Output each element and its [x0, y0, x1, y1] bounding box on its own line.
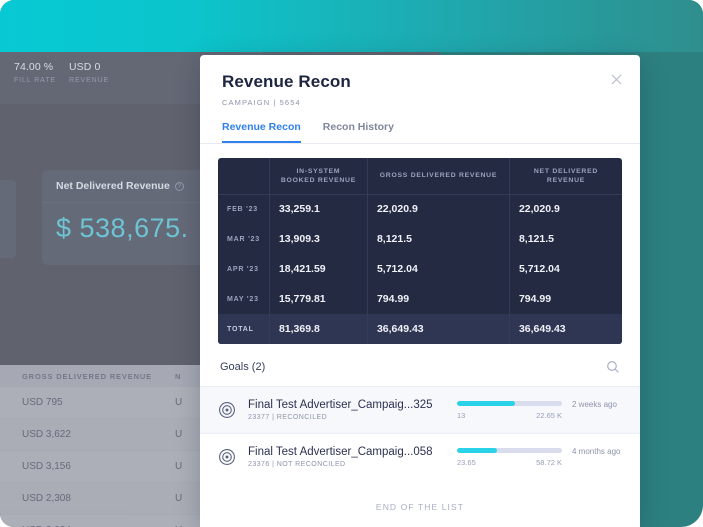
background-cell-next: U — [175, 397, 183, 408]
breadcrumb: CAMPAIGN | 5654 — [222, 98, 301, 107]
recon-cell-month: MAR '23 — [218, 224, 270, 254]
background-col-gross: GROSS DELIVERED REVENUE — [22, 371, 152, 381]
recon-cell-net: 794.99 — [518, 293, 552, 305]
search-icon[interactable] — [606, 360, 620, 374]
progress-total: 22.65 K — [536, 410, 562, 420]
progress-bar-track — [457, 400, 562, 406]
background-cell-gross: USD 3,622 — [22, 429, 71, 440]
recon-col-net-delivered-revenue: NET DELIVERED REVENUE — [509, 158, 622, 195]
top-gradient-band — [0, 0, 703, 52]
kpi-fill-rate-value: 74.00 % — [14, 61, 54, 73]
modal-header: Revenue Recon CAMPAIGN | 5654 — [200, 55, 640, 107]
kpi-revenue-label: REVENUE — [69, 77, 110, 84]
target-icon — [218, 401, 236, 419]
goal-texts: Final Test Advertiser_Campaig...325 2337… — [248, 399, 453, 421]
background-cell-next: U — [175, 461, 183, 472]
recon-table: IN-SYSTEM BOOKED REVENUE GROSS DELIVERED… — [218, 158, 622, 344]
background-cell-next: U — [175, 493, 183, 504]
target-icon — [218, 448, 236, 466]
background-col-next: N — [175, 371, 182, 381]
recon-cell-in-system: 13,909.3 — [269, 224, 368, 254]
progress-current: 23.65 — [457, 457, 476, 467]
goal-meta: 23377 | RECONCILED — [248, 414, 328, 421]
goal-meta: 23376 | NOT RECONCILED — [248, 461, 346, 468]
recon-col-in-system-booked-revenue: IN-SYSTEM BOOKED REVENUE — [269, 158, 368, 195]
progress-bar-fill — [457, 400, 515, 406]
recon-table-header-row: IN-SYSTEM BOOKED REVENUE GROSS DELIVERED… — [218, 158, 622, 195]
list-item[interactable]: Final Test Advertiser_Campaig...325 2337… — [200, 386, 640, 433]
list-item[interactable]: Final Test Advertiser_Campaig...058 2337… — [200, 433, 640, 480]
recon-cell-month: APR '23 — [218, 254, 270, 284]
recon-cell-month: FEB '23 — [218, 194, 270, 224]
kpi-revenue: USD 0 REVENUE — [69, 61, 109, 84]
recon-total-in-system: 81,369.8 — [269, 314, 368, 344]
page-title: Revenue Recon — [222, 72, 351, 91]
recon-cell-month: MAY '23 — [218, 284, 270, 314]
background-cell-gross: USD 3,156 — [22, 461, 71, 472]
recon-col-month — [218, 158, 270, 195]
recon-cell-net: 8,121.5 — [518, 233, 554, 245]
kpi-fill-rate-label: FILL RATE — [14, 77, 56, 84]
goal-timestamp: 2 weeks ago — [572, 399, 617, 409]
background-cell-gross: USD 2,308 — [22, 493, 71, 504]
question-circle-icon[interactable]: ? — [174, 181, 184, 191]
recon-cell-gross: 8,121.5 — [367, 224, 510, 254]
recon-cell-gross: 5,712.04 — [367, 254, 510, 284]
tab-revenue-recon[interactable]: Revenue Recon — [222, 121, 301, 143]
recon-table-head: IN-SYSTEM BOOKED REVENUE GROSS DELIVERED… — [218, 158, 622, 195]
goal-progress: 23.65 58.72 K — [457, 447, 562, 467]
end-of-list-label: END OF THE LIST — [375, 502, 465, 512]
goal-name: Final Test Advertiser_Campaig...325 — [248, 399, 433, 411]
progress-bar-track — [457, 447, 562, 453]
goal-name: Final Test Advertiser_Campaig...058 — [248, 446, 433, 458]
progress-total: 58.72 K — [536, 457, 562, 467]
kpi-revenue-value: USD 0 — [69, 61, 101, 73]
background-cell-gross: USD 795 — [22, 397, 63, 408]
goal-progress: 13 22.65 K — [457, 400, 562, 420]
table-row: APR '23 18,421.59 5,712.04 5,712.04 — [218, 254, 622, 284]
recon-cell-net: 22,020.9 — [518, 203, 560, 216]
recon-col-gross-delivered-revenue: GROSS DELIVERED REVENUE — [367, 158, 510, 195]
recon-cell-in-system: 33,259.1 — [269, 194, 368, 224]
close-icon[interactable] — [608, 73, 624, 89]
progress-labels: 13 22.65 K — [457, 411, 562, 420]
goal-texts: Final Test Advertiser_Campaig...058 2337… — [248, 446, 453, 468]
recon-cell-gross: 22,020.9 — [367, 194, 510, 224]
tab-recon-history[interactable]: Recon History — [323, 121, 394, 143]
progress-bar-fill — [457, 447, 497, 453]
goals-heading: Goals (2) — [220, 361, 266, 373]
side-panel-notch — [0, 180, 16, 258]
recon-total-net: 36,649.43 — [509, 314, 622, 344]
progress-labels: 23.65 58.72 K — [457, 458, 562, 467]
recon-cell-in-system: 15,779.81 — [269, 284, 368, 314]
revenue-recon-modal: Revenue Recon CAMPAIGN | 5654 Revenue Re… — [200, 55, 640, 527]
recon-cell-gross: 794.99 — [367, 284, 510, 314]
net-delivered-revenue-title: Net Delivered Revenue — [56, 180, 170, 192]
goals-header: Goals (2) — [200, 344, 640, 386]
progress-current: 13 — [457, 410, 466, 420]
recon-table-wrapper: IN-SYSTEM BOOKED REVENUE GROSS DELIVERED… — [200, 144, 640, 344]
modal-tabs: Revenue Recon Recon History — [200, 107, 640, 144]
table-row: FEB '23 33,259.1 22,020.9 22,020.9 — [218, 194, 622, 224]
recon-cell-in-system: 18,421.59 — [269, 254, 368, 284]
recon-total-row: TOTAL 81,369.8 36,649.43 36,649.43 — [218, 314, 622, 344]
recon-total-gross: 36,649.43 — [367, 314, 510, 344]
goal-timestamp: 4 months ago — [572, 446, 621, 456]
recon-cell-net: 5,712.04 — [518, 263, 560, 275]
recon-table-body: FEB '23 33,259.1 22,020.9 22,020.9 MAR '… — [218, 194, 622, 344]
kpi-fill-rate: 74.00 % FILL RATE — [14, 61, 56, 84]
table-row: MAY '23 15,779.81 794.99 794.99 — [218, 284, 622, 314]
app-page: 74.00 % FILL RATE USD 0 REVENUE Net Deli… — [0, 0, 703, 527]
recon-total-label: TOTAL — [218, 314, 270, 344]
table-row: MAR '23 13,909.3 8,121.5 8,121.5 — [218, 224, 622, 254]
background-cell-next: U — [175, 429, 183, 440]
